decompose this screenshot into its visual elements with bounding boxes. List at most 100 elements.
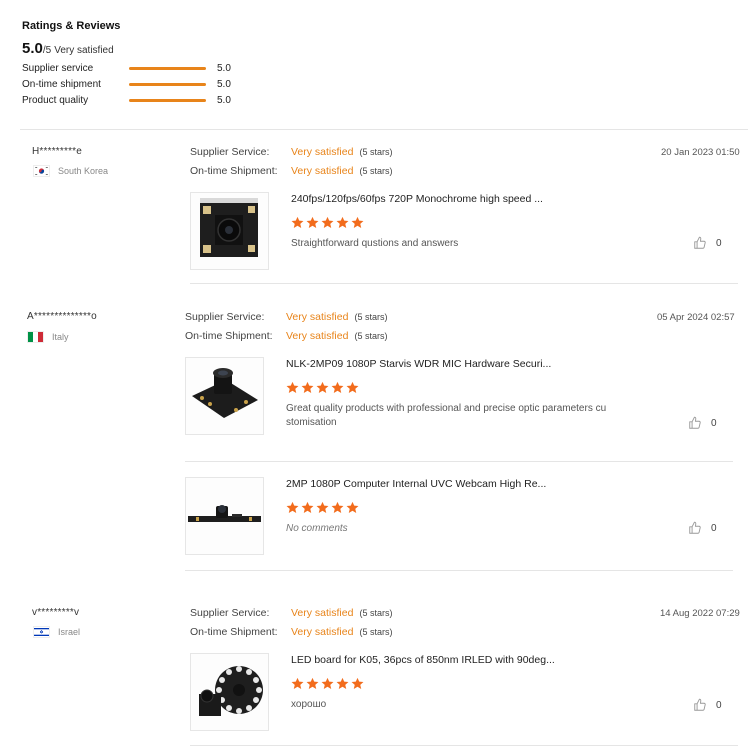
product-divider xyxy=(185,461,733,462)
rating-label: Supplier Service: xyxy=(190,146,270,158)
star-icon xyxy=(346,381,359,393)
metric-label: Supplier service xyxy=(22,62,94,74)
supplier-service-rating: Supplier Service: Very satisfied (5 star… xyxy=(185,309,387,325)
star-icon xyxy=(336,677,349,689)
overall-score-suffix: /5 xyxy=(42,45,52,56)
product-rating-stars xyxy=(286,381,361,394)
review-comment: Great quality products with professional… xyxy=(286,403,607,428)
metric-label: Product quality xyxy=(22,94,89,106)
product-image[interactable] xyxy=(190,192,269,270)
metric-value: 5.0 xyxy=(217,94,231,106)
metric-product-quality: Product quality 5.0 xyxy=(22,92,342,108)
star-icon xyxy=(346,501,359,513)
metric-label: On-time shipment xyxy=(22,78,101,90)
review-divider xyxy=(190,745,738,746)
product-title-link[interactable]: LED board for K05, 36pcs of 850nm IRLED … xyxy=(291,654,555,666)
metric-bar xyxy=(129,98,206,102)
star-icon xyxy=(316,381,329,393)
rating-label: On-time Shipment: xyxy=(190,165,278,177)
like-count: 0 xyxy=(716,237,722,249)
star-icon xyxy=(291,216,304,228)
rating-value: Very satisfied xyxy=(291,165,354,177)
rating-label: On-time Shipment: xyxy=(185,330,273,342)
reviewer-name: H*********e xyxy=(32,146,83,157)
product-rating-stars xyxy=(286,501,361,514)
thumbs-up-icon xyxy=(689,521,701,534)
review-divider xyxy=(190,283,738,284)
rating-stars-count: (5 stars) xyxy=(359,166,393,176)
product-image[interactable] xyxy=(185,477,264,555)
country-name: Israel xyxy=(58,627,81,637)
star-icon xyxy=(316,501,329,513)
shipment-rating: On-time Shipment: Very satisfied (5 star… xyxy=(190,163,392,179)
shipment-rating: On-time Shipment: Very satisfied (5 star… xyxy=(185,328,387,344)
review-comment: No comments xyxy=(286,523,348,534)
star-icon xyxy=(331,381,344,393)
review-divider xyxy=(185,570,733,571)
rating-value: Very satisfied xyxy=(291,607,354,619)
country-name: Italy xyxy=(52,332,69,342)
israel-flag-icon xyxy=(33,626,50,638)
star-icon xyxy=(306,677,319,689)
metric-supplier-service: Supplier service 5.0 xyxy=(22,60,342,76)
rating-value: Very satisfied xyxy=(291,626,354,638)
rating-stars-count: (5 stars) xyxy=(354,312,388,322)
metric-on-time-shipment: On-time shipment 5.0 xyxy=(22,76,342,92)
overall-score-label: Very satisfied xyxy=(54,45,114,56)
like-button[interactable]: 0 xyxy=(693,698,722,712)
metric-bar xyxy=(129,66,206,70)
rating-label: Supplier Service: xyxy=(185,311,265,323)
thumbs-up-icon xyxy=(694,698,706,711)
product-rating-stars xyxy=(291,677,366,690)
like-count: 0 xyxy=(716,699,722,711)
metric-bar xyxy=(129,82,206,86)
rating-stars-count: (5 stars) xyxy=(354,331,388,341)
overall-score: 5.0 xyxy=(22,40,43,57)
product-rating-stars xyxy=(291,216,366,229)
ratings-title: Ratings & Reviews xyxy=(22,20,121,32)
country-name: South Korea xyxy=(58,166,109,176)
review-comment: хорошо xyxy=(291,699,327,710)
ratings-summary: Ratings & Reviews 5.0 /5 Very satisfied … xyxy=(22,20,342,108)
like-button[interactable]: 0 xyxy=(693,236,722,250)
review-date: 14 Aug 2022 07:29 xyxy=(660,608,740,619)
metric-value: 5.0 xyxy=(217,62,231,74)
like-count: 0 xyxy=(711,522,717,534)
rating-stars-count: (5 stars) xyxy=(359,608,393,618)
star-icon xyxy=(331,501,344,513)
star-icon xyxy=(306,216,319,228)
star-icon xyxy=(291,677,304,689)
metric-value: 5.0 xyxy=(217,78,231,90)
product-image[interactable] xyxy=(185,357,264,435)
star-icon xyxy=(321,216,334,228)
thumbs-up-icon xyxy=(689,416,701,429)
reviewer-country: Israel xyxy=(33,626,80,638)
review-date: 20 Jan 2023 01:50 xyxy=(661,147,740,158)
rating-stars-count: (5 stars) xyxy=(359,147,393,157)
like-count: 0 xyxy=(711,417,717,429)
rating-value: Very satisfied xyxy=(286,311,349,323)
star-icon xyxy=(351,677,364,689)
product-title-link[interactable]: NLK-2MP09 1080P Starvis WDR MIC Hardware… xyxy=(286,358,551,370)
shipment-rating: On-time Shipment: Very satisfied (5 star… xyxy=(190,624,392,640)
section-divider xyxy=(20,129,748,130)
review-date: 05 Apr 2024 02:57 xyxy=(657,312,735,323)
rating-value: Very satisfied xyxy=(291,146,354,158)
product-image[interactable] xyxy=(190,653,269,731)
italy-flag-icon xyxy=(27,331,44,343)
product-title-link[interactable]: 240fps/120fps/60fps 720P Monochrome high… xyxy=(291,193,543,205)
product-title-link[interactable]: 2MP 1080P Computer Internal UVC Webcam H… xyxy=(286,478,546,490)
review-comment: Straightforward qustions and answers xyxy=(291,238,459,249)
star-icon xyxy=(336,216,349,228)
star-icon xyxy=(301,501,314,513)
star-icon xyxy=(321,677,334,689)
south-korea-flag-icon xyxy=(33,165,50,177)
like-button[interactable]: 0 xyxy=(688,521,717,535)
reviewer-country: Italy xyxy=(27,331,69,343)
rating-label: Supplier Service: xyxy=(190,607,270,619)
overall-rating: 5.0 /5 Very satisfied xyxy=(22,40,342,60)
reviewer-name: v*********v xyxy=(32,607,80,618)
star-icon xyxy=(286,381,299,393)
rating-stars-count: (5 stars) xyxy=(359,627,393,637)
like-button[interactable]: 0 xyxy=(688,416,717,430)
